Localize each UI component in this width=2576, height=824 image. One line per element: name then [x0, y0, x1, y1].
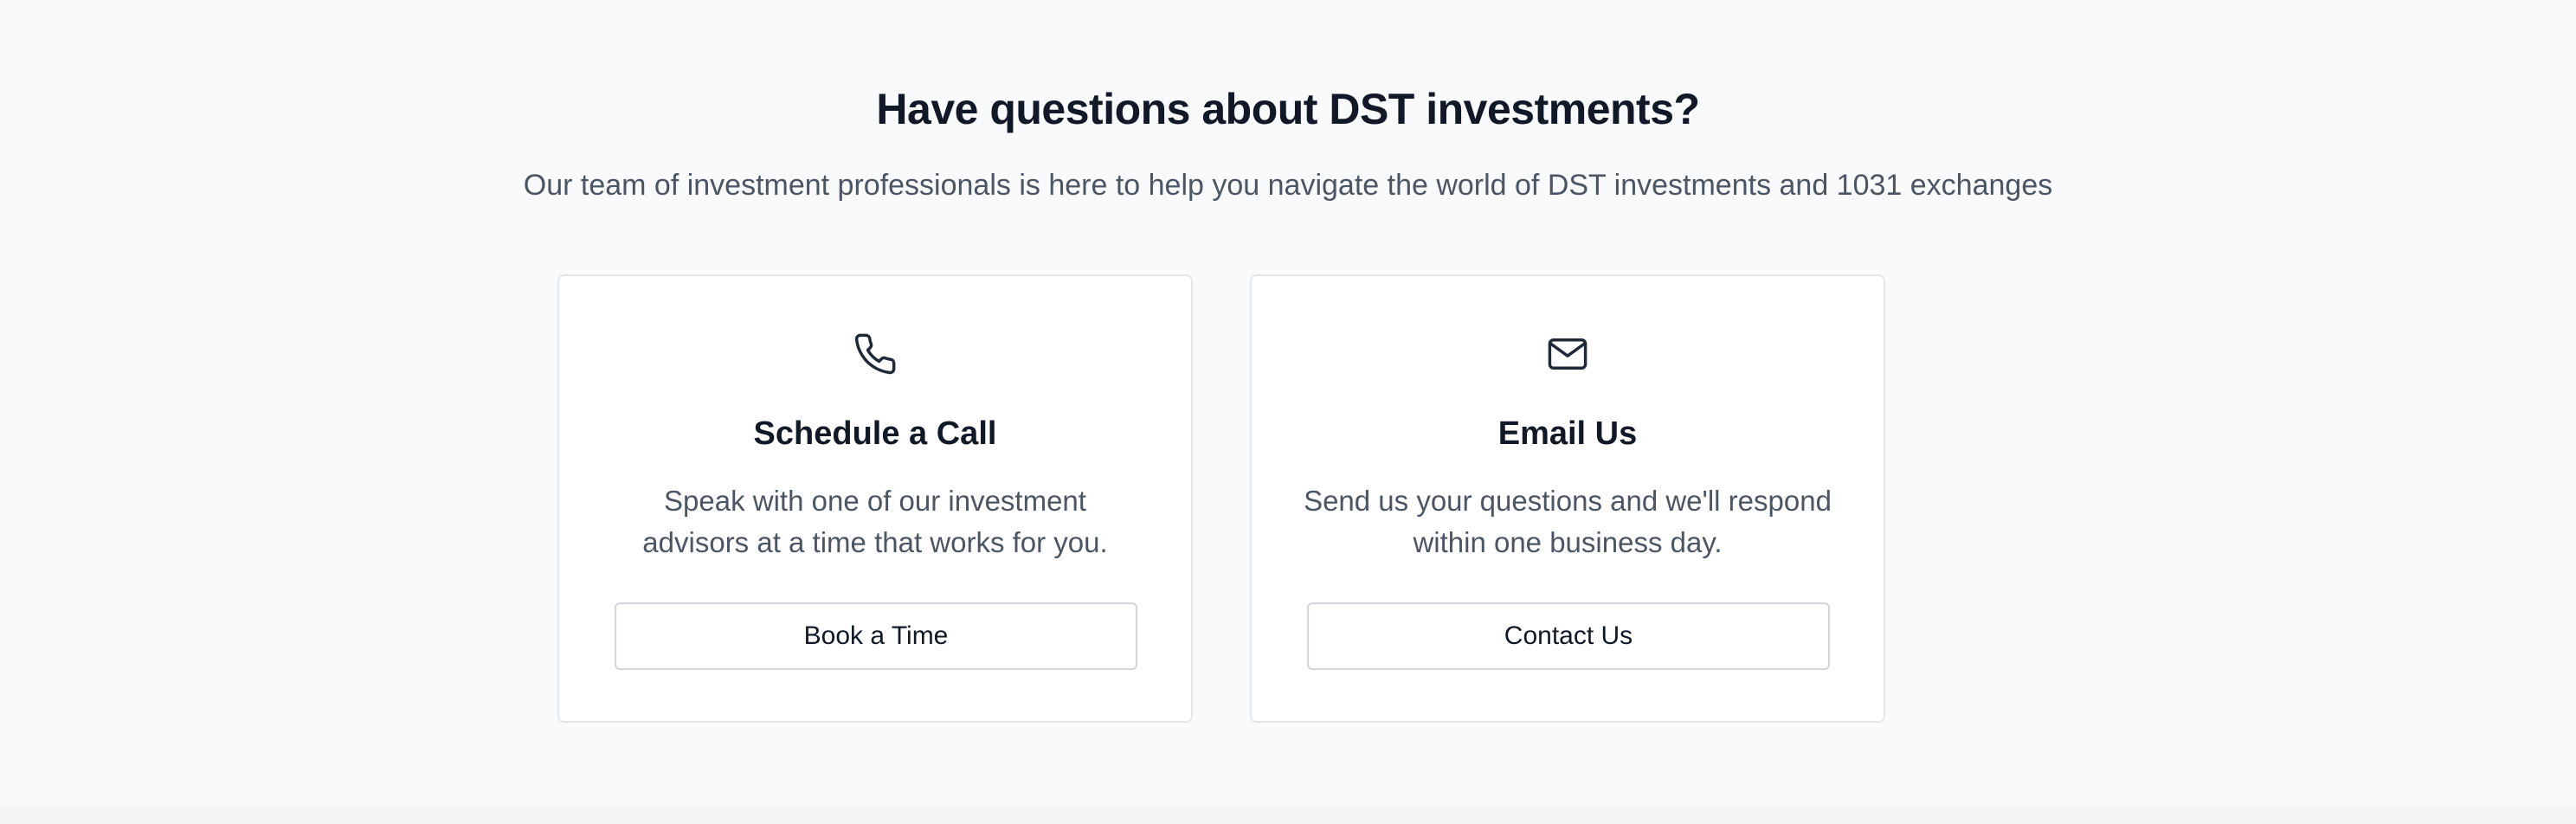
- section-subtitle: Our team of investment professionals is …: [523, 169, 2053, 202]
- card-description: Send us your questions and we'll respond…: [1304, 485, 1832, 558]
- card-description: Speak with one of our investment advisor…: [642, 485, 1108, 558]
- schedule-call-card: Schedule a Call Speak with one of our in…: [557, 274, 1193, 723]
- book-a-time-button[interactable]: Book a Time: [615, 602, 1137, 670]
- phone-icon: [853, 332, 898, 377]
- card-title: Schedule a Call: [753, 415, 997, 452]
- footer-edge: [0, 807, 2576, 824]
- mail-icon: [1545, 332, 1590, 377]
- section-title: Have questions about DST investments?: [876, 85, 1700, 133]
- contact-us-button[interactable]: Contact Us: [1307, 602, 1830, 670]
- email-us-card: Email Us Send us your questions and we'l…: [1250, 274, 1885, 723]
- card-title: Email Us: [1497, 415, 1638, 452]
- contact-section: Have questions about DST investments? Ou…: [0, 0, 2576, 807]
